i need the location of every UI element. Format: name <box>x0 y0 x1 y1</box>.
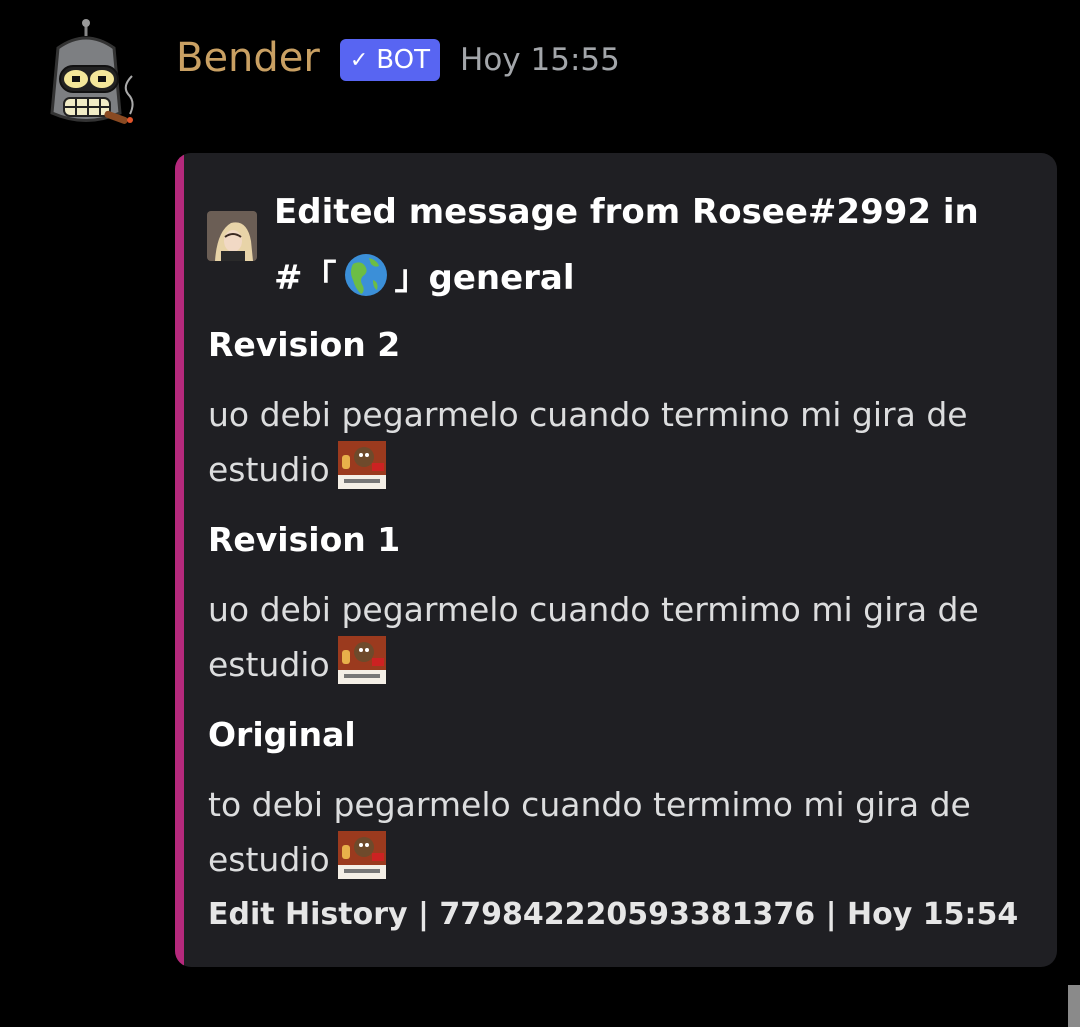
author-avatar[interactable] <box>207 211 257 261</box>
embed-accent-bar <box>175 153 184 967</box>
field-value-revision-2: uo debi pegarmelo cuando termino mi gira… <box>208 389 1028 496</box>
field-name-revision-1: Revision 1 <box>208 520 401 559</box>
message-header: Bender ✓ BOT Hoy 15:55 <box>176 28 620 88</box>
field-name-original: Original <box>208 715 356 754</box>
checkmark-icon: ✓ <box>349 47 369 73</box>
embed-card: Edited message from Rosee#2992 in #「 」ge… <box>175 153 1057 967</box>
username[interactable]: Bender <box>176 35 320 81</box>
bender-robot-icon <box>50 19 134 124</box>
embed-author-text[interactable]: Edited message from Rosee#2992 in <box>274 179 1014 245</box>
bender-avatar[interactable] <box>28 18 144 134</box>
field-value-text: to debi pegarmelo cuando termimo mi gira… <box>208 785 971 879</box>
channel-prefix: #「 <box>274 258 337 298</box>
field-value-revision-1: uo debi pegarmelo cuando termimo mi gira… <box>208 584 1028 691</box>
very-hard-emote-icon[interactable] <box>337 441 386 489</box>
globe-americas-icon <box>344 254 387 296</box>
very-hard-emote-icon[interactable] <box>337 831 386 879</box>
field-value-text: uo debi pegarmelo cuando termino mi gira… <box>208 395 968 489</box>
embed-channel[interactable]: #「 」general <box>274 245 1014 311</box>
message-timestamp[interactable]: Hoy 15:55 <box>460 42 620 78</box>
bot-tag-label: BOT <box>376 45 431 75</box>
bot-tag: ✓ BOT <box>339 39 441 81</box>
embed-footer: Edit History | 779842220593381376 | Hoy … <box>208 897 1019 932</box>
field-value-original: to debi pegarmelo cuando termimo mi gira… <box>208 779 1028 886</box>
very-hard-emote-icon[interactable] <box>337 636 386 684</box>
scrollbar-thumb[interactable] <box>1068 985 1080 1027</box>
field-name-revision-2: Revision 2 <box>208 325 401 364</box>
chat-message: Bender ✓ BOT Hoy 15:55 Edited message fr… <box>0 0 1080 1027</box>
embed-author: Edited message from Rosee#2992 in #「 」ge… <box>274 179 1014 311</box>
author-avatar-image <box>207 211 257 261</box>
channel-suffix: 」general <box>394 258 575 298</box>
field-value-text: uo debi pegarmelo cuando termimo mi gira… <box>208 590 979 684</box>
